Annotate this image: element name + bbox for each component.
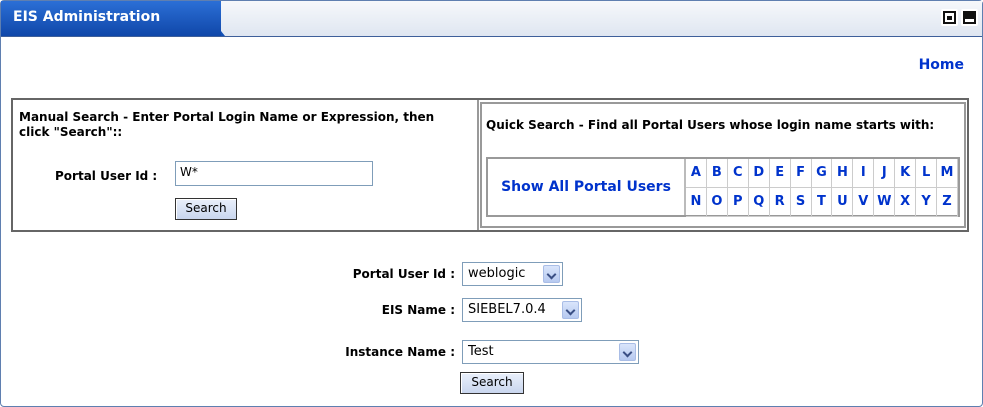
letter-link-y[interactable]: Y [916, 188, 938, 217]
letter-link-r[interactable]: R [769, 188, 791, 217]
letter-link-w[interactable]: W [874, 188, 896, 217]
letter-link-s[interactable]: S [790, 188, 812, 217]
letter-link-m[interactable]: M [937, 159, 958, 188]
letter-link-h[interactable]: H [832, 159, 854, 188]
portal-user-label: Portal User Id : [352, 267, 455, 281]
letter-link-o[interactable]: O [706, 188, 728, 217]
letter-link-q[interactable]: Q [748, 188, 770, 217]
manual-portal-user-value: W* [180, 165, 198, 179]
alphabet-table: Show All Portal Users ABCDEFGHIJKLM NOPQR… [486, 157, 960, 217]
letter-link-e[interactable]: E [769, 159, 791, 188]
letter-link-f[interactable]: F [790, 159, 812, 188]
home-link[interactable]: Home [919, 57, 964, 73]
quick-search-heading: Quick Search - Find all Portal Users who… [486, 118, 935, 132]
letter-link-d[interactable]: D [748, 159, 770, 188]
portlet-window: EIS Administration Home Manual Search - … [0, 0, 983, 407]
letter-link-i[interactable]: I [853, 159, 875, 188]
instance-name-value: Test [468, 344, 494, 359]
manual-search-panel: Manual Search - Enter Portal Login Name … [13, 100, 479, 230]
letter-link-j[interactable]: J [874, 159, 896, 188]
letter-link-c[interactable]: C [727, 159, 749, 188]
letter-link-v[interactable]: V [853, 188, 875, 217]
letter-link-t[interactable]: T [811, 188, 833, 217]
letter-link-l[interactable]: L [916, 159, 938, 188]
eis-name-select[interactable]: SIEBEL7.0.4 [462, 298, 582, 322]
portal-user-value: weblogic [468, 266, 526, 281]
minimize-icon[interactable] [961, 9, 978, 26]
manual-portal-user-input[interactable]: W* [175, 161, 373, 186]
eis-name-label: EIS Name : [381, 303, 455, 317]
title-bar: EIS Administration [1, 1, 982, 37]
show-all-users-link[interactable]: Show All Portal Users [488, 159, 686, 215]
letter-grid: ABCDEFGHIJKLM NOPQRSTUVWXYZ [686, 159, 958, 217]
letter-link-z[interactable]: Z [937, 188, 958, 217]
instance-name-label: Instance Name : [345, 345, 455, 359]
eis-name-value: SIEBEL7.0.4 [468, 302, 546, 317]
window-title: EIS Administration [13, 9, 161, 25]
portal-user-select[interactable]: weblogic [462, 262, 563, 286]
search-section: Manual Search - Enter Portal Login Name … [11, 98, 969, 232]
letter-link-k[interactable]: K [895, 159, 917, 188]
letter-link-a[interactable]: A [686, 159, 707, 188]
chevron-down-icon[interactable] [543, 265, 560, 283]
title-bar-background [197, 1, 982, 36]
letter-link-u[interactable]: U [832, 188, 854, 217]
manual-search-heading: Manual Search - Enter Portal Login Name … [19, 110, 435, 139]
quick-search-panel: Quick Search - Find all Portal Users who… [480, 102, 966, 228]
maximize-icon[interactable] [941, 9, 958, 26]
chevron-down-icon[interactable] [619, 343, 636, 361]
letter-link-p[interactable]: P [727, 188, 749, 217]
letter-link-x[interactable]: X [895, 188, 917, 217]
letter-link-g[interactable]: G [811, 159, 833, 188]
instance-name-select[interactable]: Test [462, 340, 639, 364]
chevron-down-icon[interactable] [562, 301, 579, 319]
manual-portal-user-label: Portal User Id : [55, 169, 158, 183]
manual-search-button[interactable]: Search [175, 198, 237, 220]
letter-link-n[interactable]: N [686, 188, 707, 217]
form-search-button[interactable]: Search [460, 372, 524, 394]
letter-link-b[interactable]: B [706, 159, 728, 188]
